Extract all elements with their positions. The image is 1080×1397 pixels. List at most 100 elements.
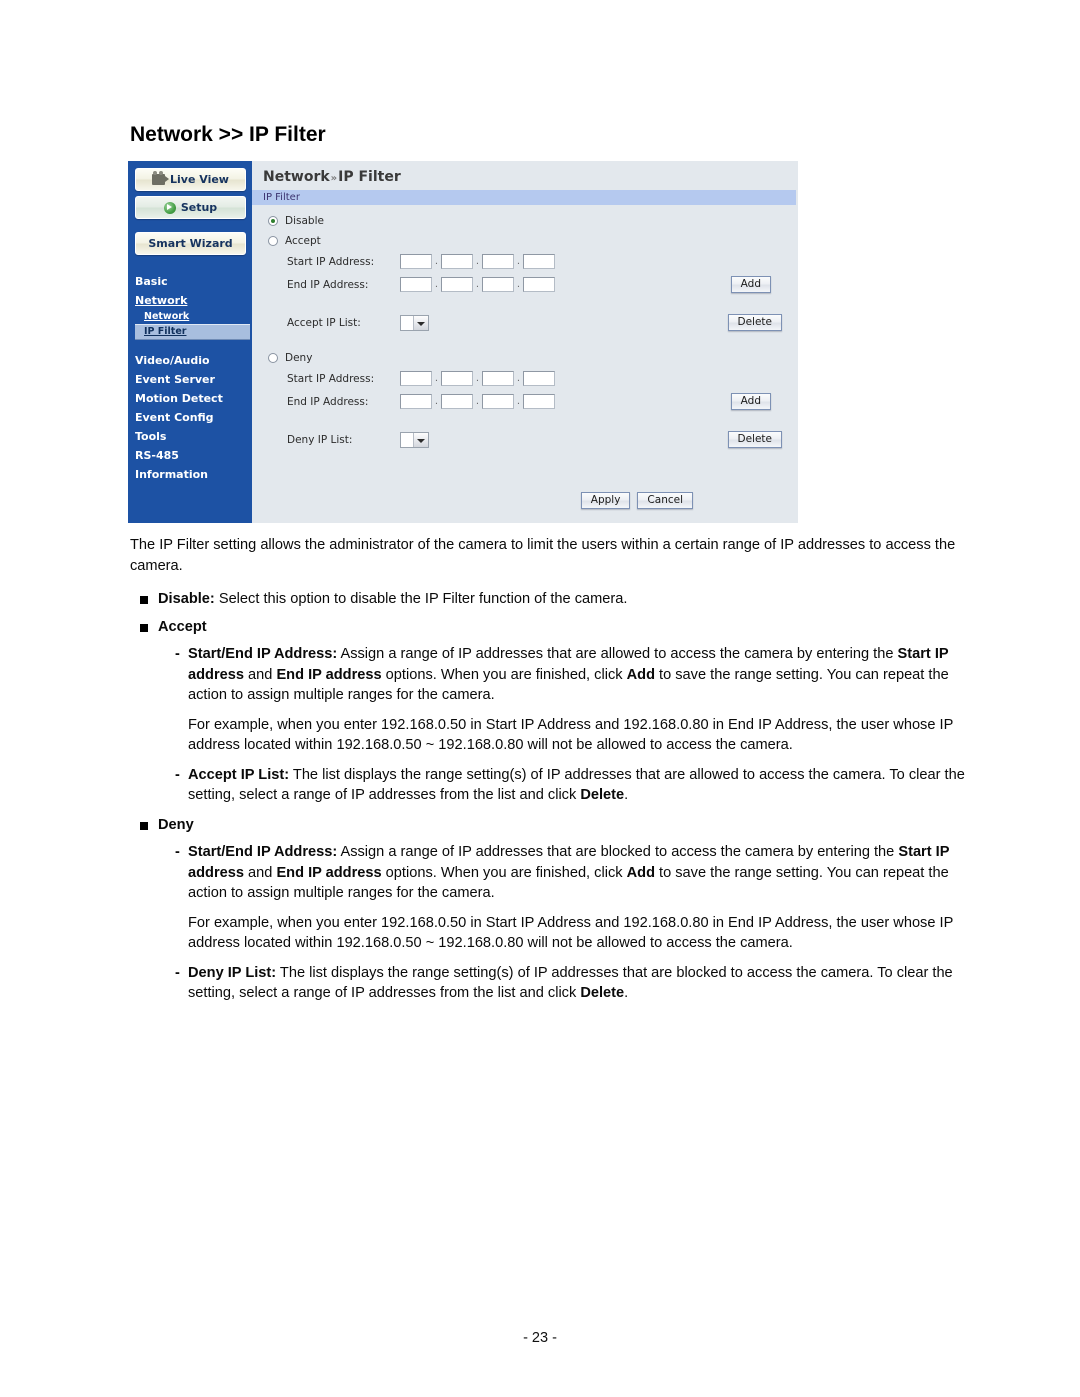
deny-start-ip-row: Start IP Address: . . . [268, 367, 798, 390]
accept-start-ip-octet-1[interactable] [400, 254, 432, 269]
chevron-right-icon: » [330, 173, 338, 184]
setup-button[interactable]: Setup [135, 196, 246, 219]
live-view-button[interactable]: Live View [135, 168, 246, 191]
radio-accept[interactable]: Accept [268, 232, 798, 250]
sidebar-item-basic[interactable]: Basic [135, 272, 252, 291]
deny-end-ip-label: End IP Address: [287, 395, 369, 408]
accept-ip-list-row: Accept IP List: Delete [268, 311, 798, 334]
accept-ip-list-label: Accept IP List: [287, 316, 361, 329]
radio-disable-label: Disable [285, 215, 324, 227]
ip-filter-form: Disable Accept Start IP Address: . . . E… [252, 205, 798, 451]
form-action-buttons: Apply Cancel [580, 492, 693, 509]
bullet-accept-head: Accept [158, 618, 207, 635]
radio-deny-indicator[interactable] [268, 353, 278, 363]
sidebar-nav-list: Basic Network Network IP Filter Video/Au… [128, 272, 252, 484]
accept-end-ip-octet-3[interactable] [482, 277, 514, 292]
deny-list-bold: Delete [580, 985, 625, 1001]
gear-icon [163, 201, 176, 214]
deny-start-ip-label: Start IP Address: [287, 372, 375, 385]
deny-ip-list-label: Deny IP List: [287, 433, 353, 446]
page-title: Network >> IP Filter [130, 123, 326, 146]
deny-list-text-1: The list displays the range setting(s) o… [188, 964, 953, 1002]
accept-list-head: Accept IP List: [188, 766, 290, 783]
radio-disable[interactable]: Disable [268, 212, 798, 230]
camera-icon [152, 171, 170, 185]
sidebar-item-tools[interactable]: Tools [135, 427, 252, 446]
bullet-disable-text: Select this option to disable the IP Fil… [214, 591, 628, 607]
deny-startend-bold-c: Add [626, 864, 655, 881]
sidebar-item-motion-detect[interactable]: Motion Detect [135, 389, 252, 408]
sidebar-item-event-config[interactable]: Event Config [135, 408, 252, 427]
accept-end-ip-octet-4[interactable] [523, 277, 555, 292]
accept-start-ip-row: Start IP Address: . . . [268, 250, 798, 273]
deny-end-ip-octet-4[interactable] [523, 394, 555, 409]
radio-deny[interactable]: Deny [268, 349, 798, 367]
apply-button[interactable]: Apply [580, 492, 631, 509]
dash-accept-startend: Start/End IP Address: Assign a range of … [130, 644, 966, 706]
chevron-down-icon[interactable] [413, 315, 428, 330]
page-number: - 23 - [523, 1330, 557, 1346]
ip-dot: . [516, 396, 521, 407]
deny-start-ip-octet-3[interactable] [482, 371, 514, 386]
sidebar-item-network[interactable]: Network [135, 291, 252, 310]
radio-accept-indicator[interactable] [268, 236, 278, 246]
deny-ip-list-row: Deny IP List: Delete [268, 428, 798, 451]
dash-accept-list: Accept IP List: The list displays the ra… [130, 765, 966, 806]
deny-startend-head: Start/End IP Address: [188, 844, 338, 860]
ip-dot: . [434, 279, 439, 290]
deny-delete-button[interactable]: Delete [727, 431, 782, 448]
cancel-button[interactable]: Cancel [637, 492, 693, 509]
sidebar-item-information[interactable]: Information [135, 465, 252, 484]
accept-end-ip-octet-1[interactable] [400, 277, 432, 292]
deny-startend-text-3: options. When you are finished, click [381, 864, 627, 881]
accept-end-ip-row: End IP Address: . . . Add [268, 273, 798, 296]
intro-paragraph: The IP Filter setting allows the adminis… [130, 537, 956, 574]
radio-disable-indicator[interactable] [268, 216, 278, 226]
bullet-accept: Accept [130, 617, 966, 638]
sidebar-subitem-network[interactable]: Network [135, 310, 252, 324]
deny-start-ip-octet-4[interactable] [523, 371, 555, 386]
accept-startend-text-1: Assign a range of IP addresses that are … [337, 646, 898, 662]
accept-end-ip-label: End IP Address: [287, 278, 369, 291]
accept-start-ip-octet-3[interactable] [482, 254, 514, 269]
sidebar-item-video-audio[interactable]: Video/Audio [135, 351, 252, 370]
sidebar-subitem-ip-filter[interactable]: IP Filter [135, 324, 250, 340]
deny-list-text-2: . [624, 985, 629, 1001]
deny-start-ip-octet-1[interactable] [400, 371, 432, 386]
documentation-body: The IP Filter setting allows the adminis… [130, 535, 966, 1013]
accept-start-ip-octet-2[interactable] [441, 254, 473, 269]
smart-wizard-button[interactable]: Smart Wizard [135, 232, 246, 255]
deny-add-button[interactable]: Add [730, 393, 771, 410]
breadcrumb-leaf: IP Filter [338, 169, 401, 185]
deny-startend-text-2: and [243, 864, 277, 881]
sidebar-item-event-server[interactable]: Event Server [135, 370, 252, 389]
accept-ip-list-select[interactable] [400, 314, 429, 331]
breadcrumb-root[interactable]: Network [263, 169, 330, 185]
deny-startend-bold-b: End IP address [276, 864, 382, 881]
accept-end-ip-octet-2[interactable] [441, 277, 473, 292]
bullet-deny-head: Deny [158, 816, 194, 833]
accept-delete-button[interactable]: Delete [727, 314, 782, 331]
ip-dot: . [434, 256, 439, 267]
deny-ip-list-select[interactable] [400, 431, 429, 448]
sidebar-item-rs485[interactable]: RS-485 [135, 446, 252, 465]
main-panel: Network»IP Filter IP Filter Disable Acce… [252, 161, 798, 523]
accept-start-ip-octet-4[interactable] [523, 254, 555, 269]
dash-deny-startend: Start/End IP Address: Assign a range of … [130, 842, 966, 904]
dash-deny-list: Deny IP List: The list displays the rang… [130, 963, 966, 1004]
deny-end-ip-octet-2[interactable] [441, 394, 473, 409]
deny-list-head: Deny IP List: [188, 964, 277, 981]
accept-list-text-1: The list displays the range setting(s) o… [188, 766, 965, 804]
ip-dot: . [516, 279, 521, 290]
ip-dot: . [475, 373, 480, 384]
ip-dot: . [434, 373, 439, 384]
chevron-down-icon[interactable] [413, 432, 428, 447]
deny-end-ip-octet-1[interactable] [400, 394, 432, 409]
deny-start-ip-octet-2[interactable] [441, 371, 473, 386]
section-title-bar: IP Filter [252, 190, 796, 205]
accept-add-button[interactable]: Add [730, 276, 771, 293]
accept-list-bold: Delete [580, 787, 625, 803]
deny-end-ip-octet-3[interactable] [482, 394, 514, 409]
accept-startend-bold-b: End IP address [276, 666, 382, 683]
